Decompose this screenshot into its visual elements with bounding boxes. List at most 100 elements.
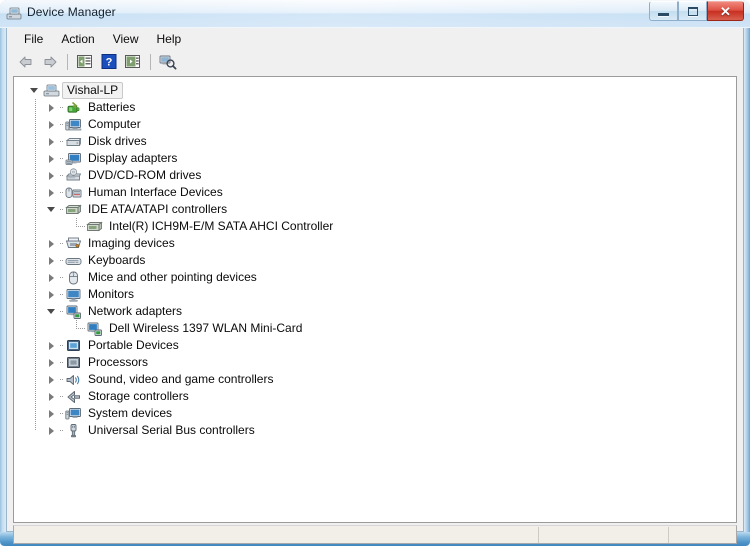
tree-item-monitors[interactable]: Monitors	[14, 286, 736, 303]
tree-item-label: Network adapters	[88, 304, 183, 318]
scan-hardware-icon	[159, 55, 177, 70]
client-area: File Action View Help ? Vishal-LP Batter…	[6, 28, 744, 544]
window-frame-right-edge	[744, 28, 750, 532]
tree-guide-line	[35, 99, 36, 431]
menu-bar: File Action View Help	[7, 28, 743, 49]
scan-for-hardware-changes-button[interactable]	[156, 51, 179, 73]
tree-item-ide-ata-atapi-controllers[interactable]: IDE ATA/ATAPI controllers	[14, 201, 736, 218]
collapse-arrow-icon[interactable]	[28, 82, 43, 99]
collapse-arrow-icon[interactable]	[45, 303, 60, 320]
tree-item-root[interactable]: Vishal-LP	[14, 82, 736, 99]
hid-icon	[65, 185, 82, 201]
tree-item-processors[interactable]: Processors	[14, 354, 736, 371]
tree-item-batteries[interactable]: Batteries	[14, 99, 736, 116]
computer-node-icon	[43, 84, 60, 96]
expand-arrow-icon[interactable]	[45, 99, 60, 116]
device-tree-panel[interactable]: Vishal-LP Batteries Computer Disk drives Dis…	[13, 76, 737, 523]
monitor-icon	[66, 288, 81, 302]
collapse-arrow-icon[interactable]	[45, 201, 60, 218]
tree-item-label: Keyboards	[88, 253, 146, 267]
expand-arrow-icon[interactable]	[45, 371, 60, 388]
title-bar[interactable]: Device Manager ✕	[0, 0, 750, 28]
processor-icon	[67, 356, 80, 368]
expand-arrow-icon[interactable]	[45, 116, 60, 133]
expand-arrow-icon[interactable]	[45, 235, 60, 252]
device-manager-window: Device Manager ✕ File Action View Help ?…	[0, 0, 750, 546]
expand-arrow-icon[interactable]	[45, 422, 60, 439]
tree-item-universal-serial-bus-controllers[interactable]: Universal Serial Bus controllers	[14, 422, 736, 439]
expand-arrow-icon[interactable]	[45, 150, 60, 167]
menu-action[interactable]: Action	[52, 30, 103, 48]
ide-controller-icon	[65, 204, 82, 214]
tree-item-label: Portable Devices	[88, 338, 179, 352]
ide-controller-icon	[86, 221, 103, 231]
keyboard-icon	[65, 257, 82, 265]
tree-item-label: IDE ATA/ATAPI controllers	[88, 202, 228, 216]
tree-connector	[76, 218, 86, 235]
close-icon: ✕	[720, 3, 731, 19]
device-tree: Vishal-LP Batteries Computer Disk drives Dis…	[14, 82, 736, 439]
expand-arrow-icon[interactable]	[45, 354, 60, 371]
expand-arrow-icon[interactable]	[45, 252, 60, 269]
help-button[interactable]: ?	[97, 51, 120, 73]
properties-panel-icon	[125, 55, 140, 68]
tree-item-label: Monitors	[88, 287, 135, 301]
window-title: Device Manager	[27, 5, 116, 19]
tree-item-label: Computer	[88, 117, 141, 131]
usb-controller-icon	[70, 423, 77, 437]
maximize-button[interactable]	[678, 1, 707, 21]
expand-arrow-icon[interactable]	[45, 133, 60, 150]
back-arrow-icon	[19, 56, 31, 67]
close-button[interactable]: ✕	[707, 1, 744, 21]
tree-item-display-adapters[interactable]: Display adapters	[14, 150, 736, 167]
tree-item-dvd-cd-rom-drives[interactable]: DVD/CD-ROM drives	[14, 167, 736, 184]
properties-button[interactable]	[121, 51, 144, 73]
tree-item-computer[interactable]: Computer	[14, 116, 736, 133]
portable-device-icon	[67, 339, 80, 351]
tree-item-network-adapters[interactable]: Network adapters	[14, 303, 736, 320]
status-bar	[13, 525, 737, 544]
tree-item-keyboards[interactable]: Keyboards	[14, 252, 736, 269]
back-button[interactable]	[14, 51, 37, 73]
storage-controller-icon	[65, 389, 82, 405]
tree-item-intel-r-ich9m-e-m-sata-ahci-controller[interactable]: Intel(R) ICH9M-E/M SATA AHCI Controller	[14, 218, 736, 235]
tree-item-portable-devices[interactable]: Portable Devices	[14, 337, 736, 354]
tree-item-disk-drives[interactable]: Disk drives	[14, 133, 736, 150]
expand-arrow-icon[interactable]	[45, 388, 60, 405]
tree-item-label: System devices	[88, 406, 173, 420]
disk-drive-icon	[65, 134, 82, 150]
minimize-icon	[658, 13, 669, 16]
device-manager-icon	[6, 5, 23, 22]
tree-item-label: Dell Wireless 1397 WLAN Mini-Card	[109, 321, 303, 335]
expand-arrow-icon[interactable]	[45, 337, 60, 354]
menu-file[interactable]: File	[15, 30, 52, 48]
tree-item-imaging-devices[interactable]: Imaging devices	[14, 235, 736, 252]
question-mark-icon: ?	[101, 54, 116, 69]
monitor-icon	[65, 287, 82, 303]
show-hide-console-tree-button[interactable]	[73, 51, 96, 73]
menu-help[interactable]: Help	[148, 30, 191, 48]
tree-item-dell-wireless-1397-wlan-mini-card[interactable]: Dell Wireless 1397 WLAN Mini-Card	[14, 320, 736, 337]
expand-arrow-icon[interactable]	[45, 269, 60, 286]
expand-arrow-icon[interactable]	[45, 286, 60, 303]
display-adapter-icon	[65, 151, 82, 167]
display-adapter-icon	[65, 152, 81, 165]
status-divider-1	[538, 527, 539, 543]
toolbar-separator	[67, 53, 68, 70]
status-divider-2	[668, 527, 669, 543]
tree-item-mice-and-other-pointing-devices[interactable]: Mice and other pointing devices	[14, 269, 736, 286]
system-device-icon	[65, 407, 81, 419]
minimize-button[interactable]	[649, 1, 678, 21]
expand-arrow-icon[interactable]	[45, 405, 60, 422]
tree-item-sound-video-and-game-controllers[interactable]: Sound, video and game controllers	[14, 371, 736, 388]
tree-item-storage-controllers[interactable]: Storage controllers	[14, 388, 736, 405]
tree-item-human-interface-devices[interactable]: Human Interface Devices	[14, 184, 736, 201]
storage-controller-icon	[67, 390, 80, 403]
menu-view[interactable]: View	[104, 30, 148, 48]
forward-button[interactable]	[38, 51, 61, 73]
expand-arrow-icon[interactable]	[45, 167, 60, 184]
toolbar-separator-2	[150, 53, 151, 70]
tree-item-system-devices[interactable]: System devices	[14, 405, 736, 422]
tree-item-label: Intel(R) ICH9M-E/M SATA AHCI Controller	[109, 219, 334, 233]
expand-arrow-icon[interactable]	[45, 184, 60, 201]
